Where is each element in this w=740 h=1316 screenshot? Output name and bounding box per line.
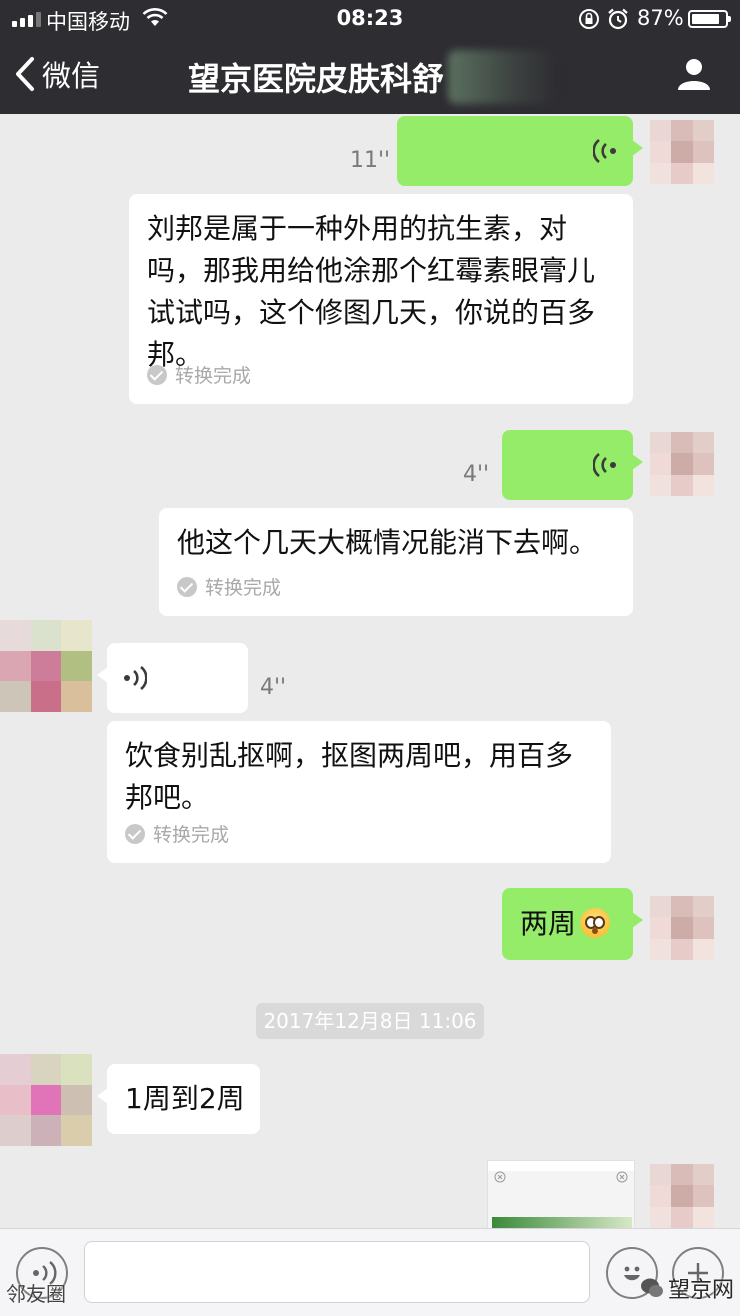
close-icon [616,1171,628,1183]
convert-status-label: 转换完成 [153,824,230,846]
alarm-icon [606,7,630,36]
chat-timestamp: 2017年12月8日 11:06 [256,1003,484,1039]
title-blur-mosaic [448,50,558,104]
voice-message-bubble[interactable] [397,116,643,186]
text-message-bubble[interactable]: 1周到2周 [97,1064,260,1134]
watermark-right: 望京网 [640,1272,734,1304]
text-message-bubble[interactable]: 两周 [502,888,643,960]
voice-message-bubble[interactable] [502,430,643,500]
message-text: 1周到2周 [125,1082,245,1115]
message-text: 两周 [520,904,611,944]
top-bar: 中国移动 08:23 87% 微信 望京医院皮肤科舒 [0,0,740,114]
back-label: 微信 [42,59,101,93]
voice-duration: 4'' [260,675,287,700]
transcript-text: 他这个几天大概情况能消下去啊。 [177,526,598,559]
voice-transcript[interactable]: 刘邦是属于一种外用的抗生素，对吗，那我用给他涂那个红霉素眼膏儿试试吗，这个修图几… [129,194,633,404]
check-circle-icon [177,576,197,597]
voice-transcript[interactable]: 他这个几天大概情况能消下去啊。 转换完成 [159,508,633,616]
self-avatar[interactable] [650,1164,714,1228]
astonished-face-emoji-icon [580,908,611,938]
chat-info-button[interactable] [676,56,712,96]
person-icon [678,59,710,90]
watermark-left: 邻友圈 [6,1282,66,1306]
input-bar [0,1228,740,1316]
voice-transcript[interactable]: 饮食别乱抠啊，抠图两周吧，用百多邦吧。 转换完成 [107,721,611,863]
chat-title: 望京医院皮肤科舒 [188,60,445,98]
rotation-lock-icon [578,8,600,35]
image-thumbnail-statusbar [488,1161,634,1171]
convert-status-label: 转换完成 [175,365,252,387]
watermark-right-label: 望京网 [668,1278,735,1303]
voice-message-bubble[interactable] [97,643,248,713]
self-avatar[interactable] [650,120,714,184]
check-circle-icon [147,364,167,385]
self-avatar[interactable] [650,432,714,496]
chevron-left-icon [16,57,34,91]
check-circle-icon [125,823,145,844]
battery-icon [688,10,731,28]
convert-status: 转换完成 [147,361,251,388]
image-message[interactable] [487,1160,635,1230]
self-avatar[interactable] [650,896,714,960]
doctor-avatar[interactable] [0,620,92,712]
doctor-avatar[interactable] [0,1054,92,1146]
wechat-logo-icon [641,1278,663,1297]
transcript-text: 饮食别乱抠啊，抠图两周吧，用百多邦吧。 [125,739,574,814]
voice-wave-icon [592,452,617,482]
transcript-text: 刘邦是属于一种外用的抗生素，对吗，那我用给他涂那个红霉素眼膏儿试试吗，这个修图几… [147,212,596,371]
convert-status: 转换完成 [177,573,281,600]
message-input[interactable] [84,1241,590,1303]
status-bar: 中国移动 08:23 87% [0,0,740,38]
message-text-content: 两周 [520,907,577,940]
battery-fill [692,14,720,24]
close-icon [494,1171,506,1183]
convert-status: 转换完成 [125,820,229,847]
voice-wave-icon [592,138,617,168]
voice-duration: 11'' [350,148,391,173]
back-button[interactable]: 微信 [14,52,100,96]
battery-percent: 87% [637,6,684,30]
convert-status-label: 转换完成 [205,577,282,599]
voice-duration: 4'' [463,462,490,487]
voice-wave-icon [123,665,148,695]
